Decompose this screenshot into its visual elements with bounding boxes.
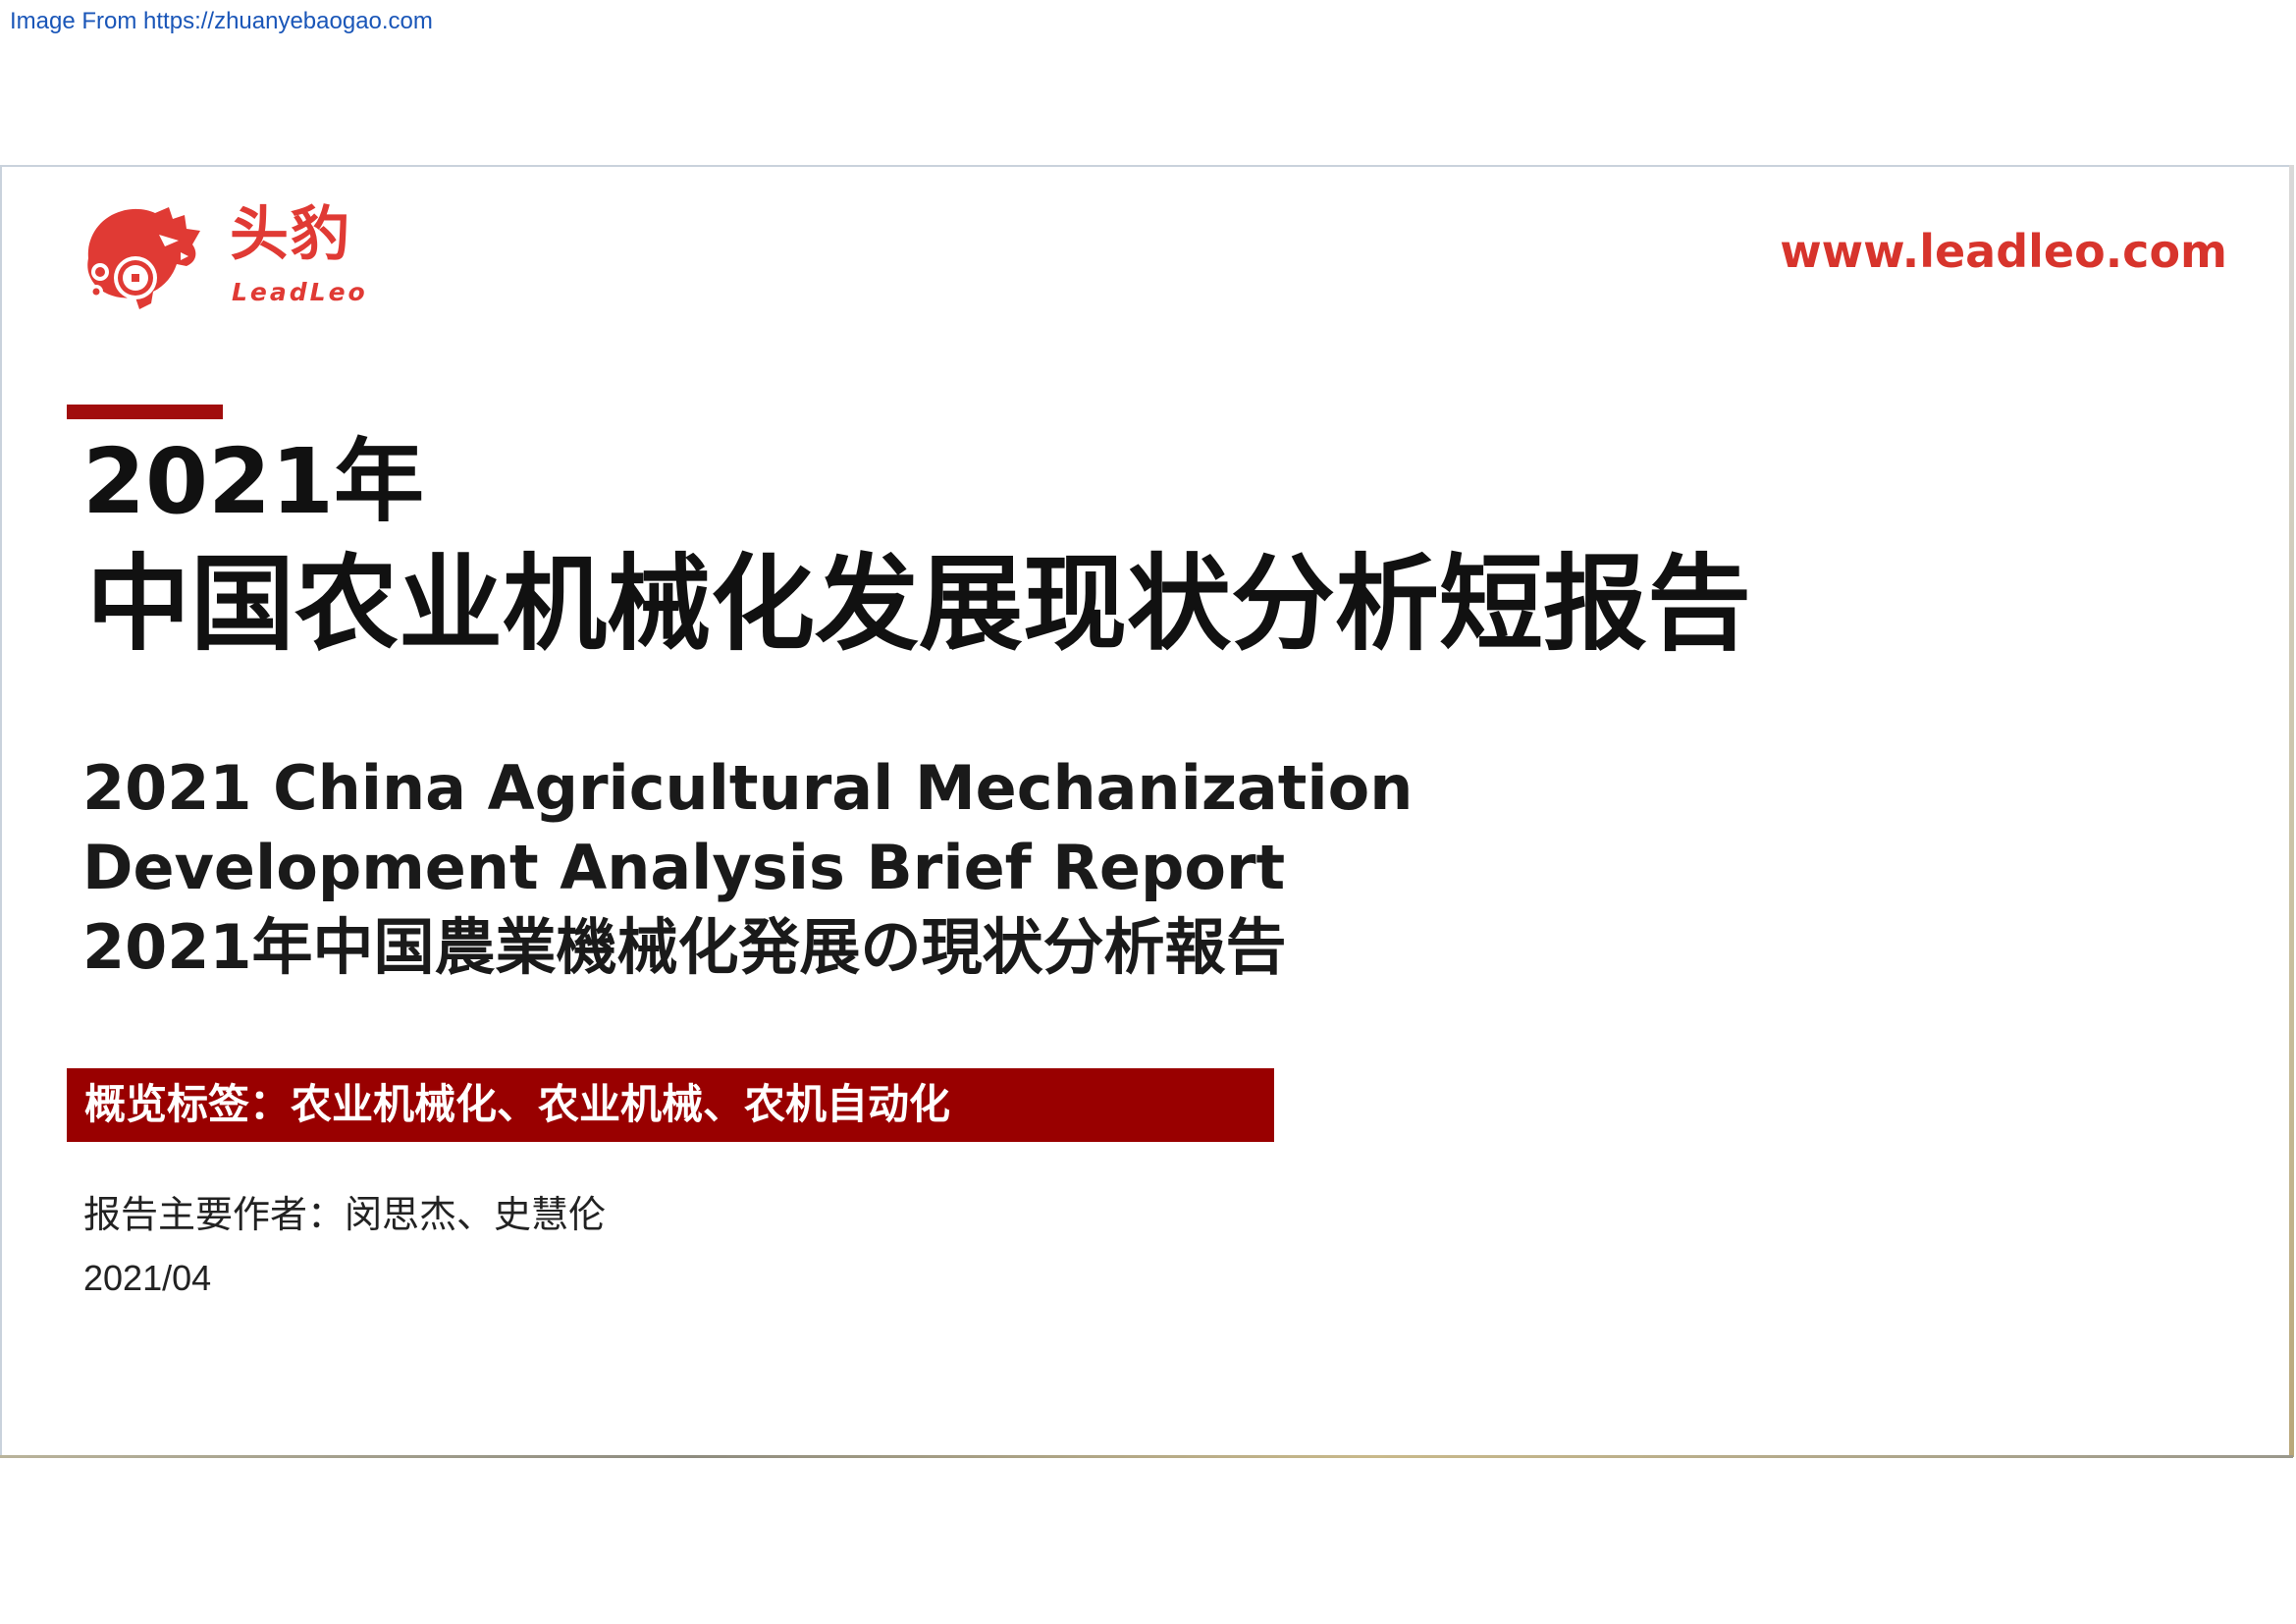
source-link[interactable]: Image From https://zhuanyebaogao.com <box>10 10 433 33</box>
title-year: 2021年 <box>82 429 425 534</box>
subtitle-en-line-1: 2021 China Agricultural Mechanization <box>82 752 1414 824</box>
subtitle-en-line-2: Development Analysis Brief Report <box>82 832 1286 903</box>
slide-right-edge <box>2289 165 2294 1457</box>
subtitle-jp: 2021年中国農業機械化発展の現状分析報告 <box>82 911 1287 983</box>
title-accent-bar <box>67 405 223 419</box>
logo-cn-name: 头豹 <box>230 200 351 269</box>
overview-tags-banner: 概览标签：农业机械化、农业机械、农机自动化 <box>67 1068 1274 1142</box>
logo-en-name: LeadLeo <box>232 278 368 306</box>
slide-bottom-edge <box>0 1455 2293 1458</box>
report-authors: 报告主要作者：闵思杰、史慧伦 <box>83 1193 607 1236</box>
leadleo-logo: 头豹 LeadLeo <box>82 201 377 314</box>
leopard-head-icon <box>87 207 200 309</box>
page-title: 中国农业机械化发展现状分析短报告 <box>86 544 1751 665</box>
report-date: 2021/04 <box>83 1258 212 1298</box>
overview-tags-text: 概览标签：农业机械化、农业机械、农机自动化 <box>84 1080 951 1128</box>
website-url[interactable]: www.leadleo.com <box>1780 229 2227 274</box>
